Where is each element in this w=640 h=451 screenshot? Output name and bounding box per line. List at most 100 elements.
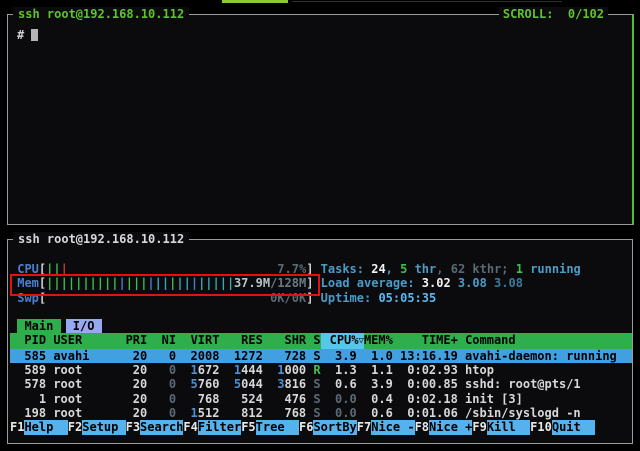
col-header-state[interactable]: S (313, 333, 320, 348)
cell-user: root (53, 363, 125, 377)
fkey-f4[interactable]: F4Filter (183, 420, 241, 434)
thousands-digits: 5 (234, 377, 241, 391)
info-text: Tasks: (321, 262, 372, 276)
cell-mem-percent: 0.6 (357, 406, 393, 420)
col-header-pri[interactable]: PRI (126, 333, 148, 348)
cell-state: S (313, 392, 320, 406)
cell-ni: 0 (154, 349, 176, 363)
col-header-command[interactable]: Command (465, 333, 632, 348)
thousands-digits: 5 (191, 377, 198, 391)
process-row[interactable]: 585avahi20020081272728S3.91.013:16.19ava… (10, 349, 632, 363)
cell-command: init [3] (465, 392, 632, 406)
cell-command: htop (465, 363, 632, 377)
fkey-f1[interactable]: F1Help (10, 420, 68, 434)
cell-pid: 1 (10, 392, 46, 406)
meter-value: 0K/0K (270, 291, 306, 305)
fkey-action-label: Help (24, 420, 67, 434)
cell-user: root (53, 377, 125, 391)
screen: { "colors":{ "accent_green":"#5fc32e", "… (0, 0, 640, 451)
meter-bar: | (68, 276, 75, 290)
meter-bar: | (53, 276, 60, 290)
col-header-cpu-sorted[interactable]: CPU%▽ (321, 333, 364, 348)
meter-bar: | (61, 276, 68, 290)
fkey-number: F2 (68, 420, 82, 434)
fkey-f8[interactable]: F8Nice + (415, 420, 473, 434)
top-terminal-pane[interactable]: ssh root@192.168.10.112 SCROLL: 0/102 # (7, 14, 634, 225)
cell-ni: 0 (154, 392, 176, 406)
meter-bracket-open: [ (39, 262, 46, 276)
number-rest: 008 (198, 349, 220, 363)
col-header-cpu-label: CPU% (330, 333, 359, 347)
meter-bar: | (147, 276, 154, 290)
info-text: 3.08 (494, 276, 523, 290)
fkey-f2[interactable]: F2Setup (68, 420, 126, 434)
cell-virt: 2008 (176, 349, 219, 363)
cell-time: 0:00.85 (393, 377, 458, 391)
cell-mem-percent: 1.0 (357, 349, 393, 363)
cell-user: avahi (53, 349, 125, 363)
cell-time: 0:02.18 (393, 392, 458, 406)
fkey-number: F10 (530, 420, 552, 434)
number-rest: 444 (241, 363, 263, 377)
info-text: Uptime: (321, 291, 379, 305)
cell-res: 1444 (219, 363, 262, 377)
cell-state: S (313, 406, 320, 420)
col-header-time[interactable]: TIME+ (393, 333, 458, 348)
col-header-virt[interactable]: VIRT (176, 333, 219, 348)
cell-cpu-percent: 0.0 (321, 406, 357, 420)
col-header-mem[interactable]: MEM% (364, 333, 393, 348)
col-header-pid[interactable]: PID (10, 333, 46, 348)
meter-label: Mem (10, 276, 39, 290)
meter-bar: | (205, 276, 212, 290)
meter-bar: | (82, 276, 89, 290)
meter-label: Swp (10, 291, 39, 305)
cell-pri: 20 (126, 406, 148, 420)
number-rest: 672 (198, 363, 220, 377)
bottom-terminal-pane[interactable]: ssh root@192.168.10.112 CPU[|||7.7%]Task… (7, 239, 633, 444)
cell-command: sshd: root@pts/1 (465, 377, 632, 391)
fkey-f7[interactable]: F7Nice - (357, 420, 415, 434)
cell-state: R (313, 363, 320, 377)
cell-pid: 585 (10, 349, 46, 363)
htop-screen: CPU[|||7.7%]Tasks: 24, 5 thr, 62 kthr; 1… (8, 240, 632, 435)
tab-io[interactable]: I/O (66, 319, 102, 333)
tab-main[interactable]: Main (17, 319, 60, 333)
cell-shr: 768 (263, 406, 306, 420)
cell-pri: 20 (126, 363, 148, 377)
meter-bracket-close: ] (306, 262, 313, 276)
col-header-user[interactable]: USER (53, 333, 125, 348)
thousands-digits: 1 (234, 349, 241, 363)
recording-artifact-green-line (222, 0, 288, 3)
cell-pri: 20 (126, 349, 148, 363)
number-rest: 816 (284, 377, 306, 391)
process-row[interactable]: 1root200768524476S0.00.40:02.18init [3] (10, 392, 632, 406)
cell-virt: 1512 (176, 406, 219, 420)
fkey-f6[interactable]: F6SortBy (299, 420, 357, 434)
scroll-label: SCROLL: (503, 7, 554, 21)
fkey-f10[interactable]: F10Quit (530, 420, 595, 434)
scroll-indicator: SCROLL: 0/102 (499, 7, 608, 21)
cell-cpu-percent: 3.9 (321, 349, 357, 363)
cell-res: 812 (219, 406, 262, 420)
fkey-number: F4 (183, 420, 197, 434)
blank-line (10, 305, 632, 319)
meter-bar: | (61, 262, 68, 276)
fkey-number: F8 (415, 420, 429, 434)
fkey-f5[interactable]: F5Tree (241, 420, 299, 434)
top-pane-title: ssh root@192.168.10.112 (13, 7, 189, 22)
cell-pid: 198 (10, 406, 46, 420)
process-row[interactable]: 578root200576050443816S0.63.90:00.85sshd… (10, 377, 632, 391)
info-text: 1 (516, 262, 523, 276)
fkey-number: F5 (241, 420, 255, 434)
fkey-f9[interactable]: F9Kill (472, 420, 530, 434)
process-row[interactable]: 198root2001512812768S0.00.60:01.06/sbin/… (10, 406, 632, 420)
fkey-action-label: Quit (552, 420, 595, 434)
col-header-ni[interactable]: NI (154, 333, 176, 348)
col-header-shr[interactable]: SHR (263, 333, 306, 348)
tasks-info: Tasks: 24, 5 thr, 62 kthr; 1 running (321, 262, 581, 276)
meter-bars (46, 291, 270, 305)
mem-total-value: /128M (270, 276, 306, 290)
fkey-f3[interactable]: F3Search (126, 420, 184, 434)
col-header-res[interactable]: RES (219, 333, 262, 348)
process-row[interactable]: 589root200167214441000R1.31.10:02.93htop (10, 363, 632, 377)
